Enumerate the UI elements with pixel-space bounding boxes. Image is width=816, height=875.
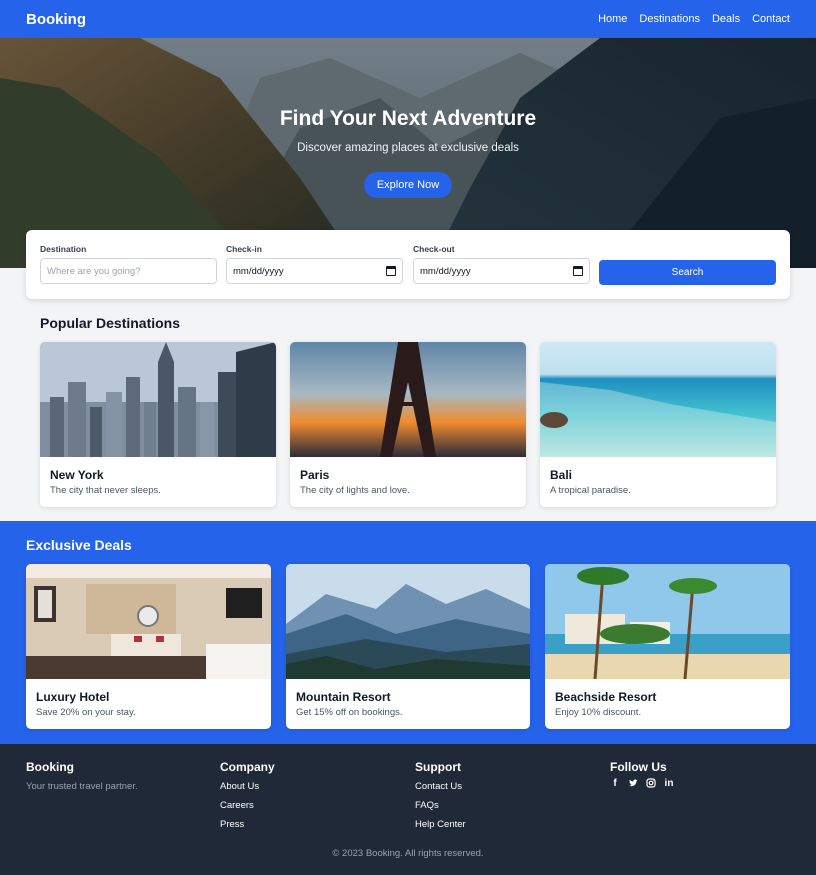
card-description: Get 15% off on bookings.	[296, 707, 403, 718]
linkedin-icon[interactable]: in	[664, 778, 674, 791]
footer-link-contact-us[interactable]: Contact Us	[415, 781, 462, 792]
card-title: Bali	[550, 468, 573, 482]
footer-follow-title: Follow Us	[610, 760, 667, 774]
nav-links: Home Destinations Deals Contact	[598, 13, 790, 25]
calendar-icon[interactable]	[386, 266, 396, 276]
checkin-value: mm/dd/yyyy	[233, 265, 284, 277]
card-title: Beachside Resort	[555, 690, 657, 704]
footer-tagline: Your trusted travel partner.	[26, 781, 138, 792]
popular-destinations-title: Popular Destinations	[40, 315, 181, 331]
checkout-value: mm/dd/yyyy	[420, 265, 471, 277]
deal-card-beachside-resort[interactable]: Beachside Resort Enjoy 10% discount.	[545, 564, 790, 729]
top-nav: Booking Home Destinations Deals Contact	[0, 0, 816, 38]
footer-company-title: Company	[220, 760, 275, 774]
checkin-date-input[interactable]: mm/dd/yyyy	[226, 258, 403, 284]
destination-placeholder: Where are you going?	[47, 265, 141, 277]
nav-link-home[interactable]: Home	[598, 13, 627, 25]
card-title: Luxury Hotel	[36, 690, 110, 704]
calendar-icon[interactable]	[573, 266, 583, 276]
search-button[interactable]: Search	[599, 260, 776, 285]
destination-card-bali[interactable]: Bali A tropical paradise.	[540, 342, 776, 507]
checkin-label: Check-in	[226, 244, 262, 254]
footer-support-title: Support	[415, 760, 461, 774]
twitter-icon[interactable]	[628, 778, 638, 791]
card-title: New York	[50, 468, 104, 482]
nav-link-contact[interactable]: Contact	[752, 13, 790, 25]
brand-logo[interactable]: Booking	[26, 11, 86, 28]
card-description: Enjoy 10% discount.	[555, 707, 642, 718]
nav-link-deals[interactable]: Deals	[712, 13, 740, 25]
instagram-icon[interactable]	[646, 778, 656, 791]
nav-link-destinations[interactable]: Destinations	[639, 13, 700, 25]
hero-title: Find Your Next Adventure	[279, 107, 537, 130]
bali-image	[540, 342, 776, 457]
copyright-text: © 2023 Booking. All rights reserved.	[332, 848, 484, 859]
new-york-image	[40, 342, 276, 457]
footer-link-press[interactable]: Press	[220, 819, 244, 830]
footer-brand: Booking	[26, 760, 74, 774]
card-description: The city of lights and love.	[300, 485, 410, 496]
deal-card-luxury-hotel[interactable]: Luxury Hotel Save 20% on your stay.	[26, 564, 271, 729]
social-links: f in	[610, 778, 674, 791]
destination-input[interactable]: Where are you going?	[40, 258, 217, 284]
site-footer: Booking Your trusted travel partner. Com…	[0, 744, 816, 875]
paris-image	[290, 342, 526, 457]
search-form: Destination Where are you going? Check-i…	[26, 230, 790, 299]
card-description: Save 20% on your stay.	[36, 707, 136, 718]
footer-link-about-us[interactable]: About Us	[220, 781, 259, 792]
deal-card-mountain-resort[interactable]: Mountain Resort Get 15% off on bookings.	[286, 564, 530, 729]
destination-card-paris[interactable]: Paris The city of lights and love.	[290, 342, 526, 507]
card-description: A tropical paradise.	[550, 485, 631, 496]
destination-label: Destination	[40, 244, 87, 254]
explore-now-button[interactable]: Explore Now	[364, 172, 452, 198]
hero-subtitle: Discover amazing places at exclusive dea…	[297, 142, 519, 154]
footer-link-help-center[interactable]: Help Center	[415, 819, 466, 830]
destination-card-new-york[interactable]: New York The city that never sleeps.	[40, 342, 276, 507]
card-title: Paris	[300, 468, 330, 482]
checkout-date-input[interactable]: mm/dd/yyyy	[413, 258, 590, 284]
card-title: Mountain Resort	[296, 690, 391, 704]
card-description: The city that never sleeps.	[50, 485, 161, 496]
footer-link-faqs[interactable]: FAQs	[415, 800, 439, 811]
luxury-hotel-image	[26, 564, 271, 679]
footer-link-careers[interactable]: Careers	[220, 800, 254, 811]
mountain-resort-image	[286, 564, 530, 679]
beachside-resort-image	[545, 564, 790, 679]
exclusive-deals-title: Exclusive Deals	[26, 537, 132, 553]
checkout-label: Check-out	[413, 244, 455, 254]
exclusive-deals-section: Exclusive Deals Luxury Hotel Save 20% on…	[0, 521, 816, 744]
facebook-icon[interactable]: f	[610, 778, 620, 791]
